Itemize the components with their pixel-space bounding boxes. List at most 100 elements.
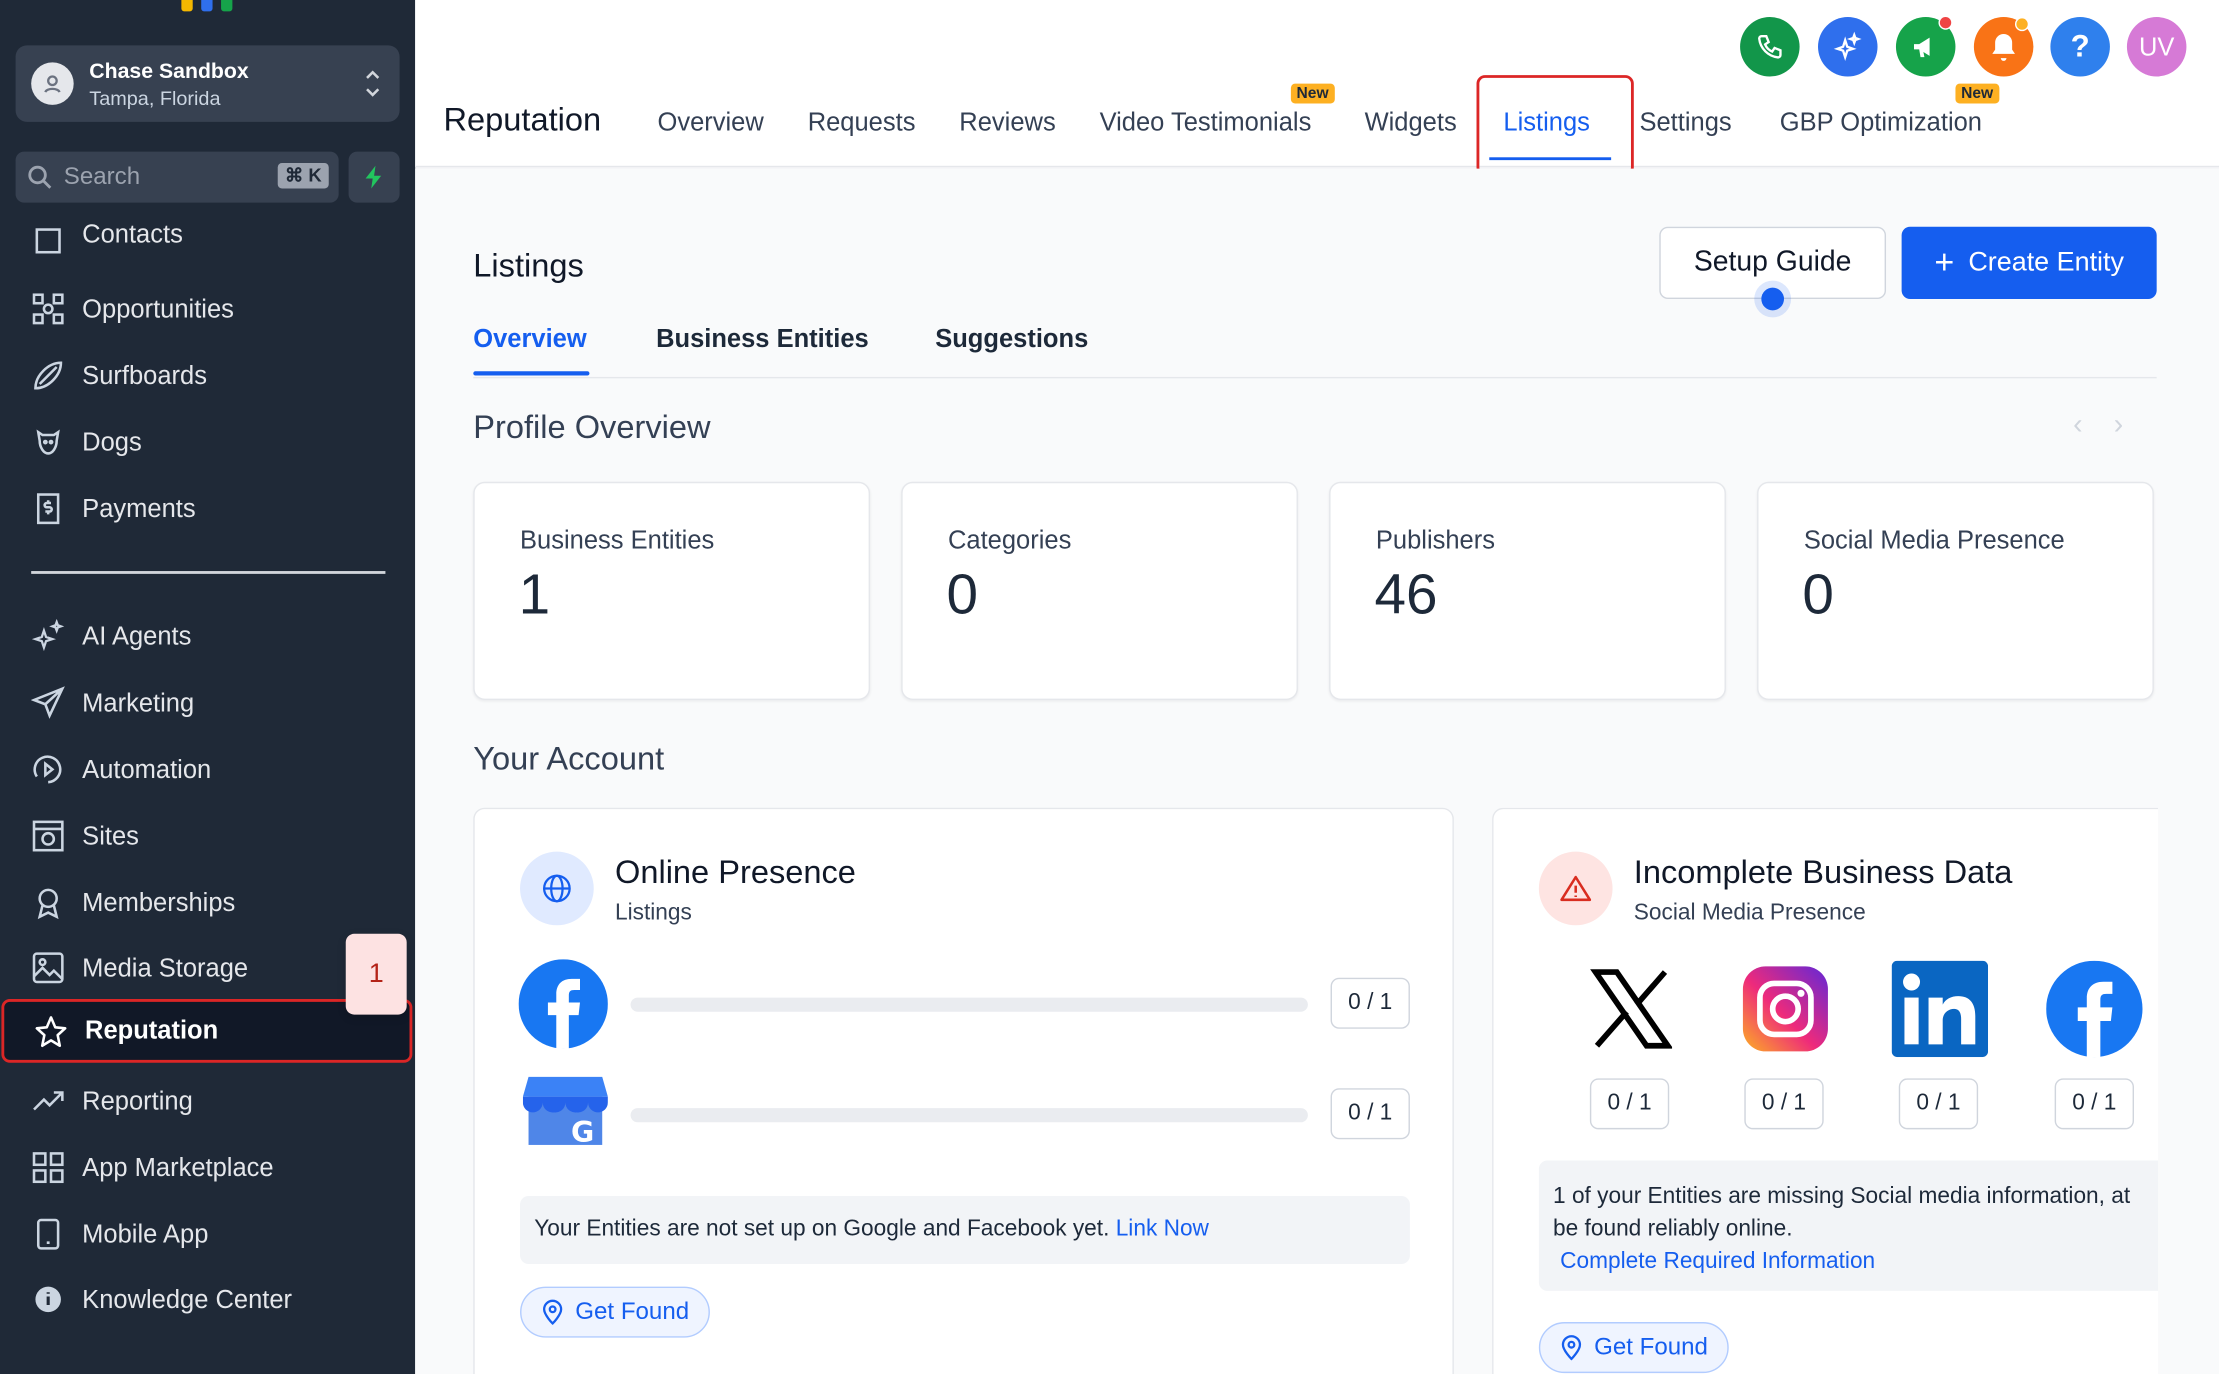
- social-count: 0 / 1: [1589, 1078, 1670, 1130]
- sidebar-divider: [31, 571, 386, 574]
- instagram-icon: [1736, 959, 1835, 1058]
- account-switcher[interactable]: Chase Sandbox Tampa, Florida: [15, 45, 400, 122]
- search-input[interactable]: Search ⌘ K: [15, 151, 339, 203]
- online-presence-card: Online Presence Listings 0 / 1 G 0 / 1 Y…: [473, 807, 1454, 1374]
- announcements-button[interactable]: [1895, 15, 1956, 77]
- sidebar-item-knowledge-center[interactable]: Knowledge Center: [0, 1268, 415, 1330]
- stat-card-publishers: Publishers 46: [1329, 481, 1726, 700]
- automation-icon: [30, 751, 67, 788]
- stat-card-categories: Categories 0: [901, 481, 1298, 700]
- tab-settings[interactable]: Settings: [1639, 108, 1731, 138]
- social-count: 0 / 1: [1744, 1078, 1824, 1130]
- step-callout-1: 1: [345, 933, 407, 1015]
- incomplete-data-notice: 1 of your Entities are missing Social me…: [1538, 1160, 2159, 1291]
- tab-reviews[interactable]: Reviews: [959, 108, 1055, 138]
- tab-widgets[interactable]: Widgets: [1365, 108, 1457, 138]
- sidebar-item-memberships[interactable]: Memberships: [0, 871, 415, 933]
- sidebar-item-label: Reputation: [85, 1015, 219, 1045]
- stat-value: 1: [518, 563, 551, 627]
- listing-count: 0 / 1: [1330, 1088, 1410, 1140]
- get-found-label: Get Found: [1594, 1333, 1708, 1361]
- subtab-overview[interactable]: Overview: [473, 324, 586, 354]
- map-pin-icon: [1560, 1335, 1583, 1361]
- search-placeholder: Search: [63, 162, 141, 190]
- carousel-controls: ‹›: [2073, 410, 2154, 443]
- tab-gbp-optimization[interactable]: GBP Optimization: [1780, 108, 1982, 138]
- location-icon: [31, 62, 74, 105]
- ai-assistant-button[interactable]: [1818, 17, 1878, 77]
- chevron-right-icon[interactable]: ›: [2114, 410, 2155, 441]
- warning-icon: [1538, 851, 1613, 926]
- sidebar-item-contacts[interactable]: Contacts: [0, 220, 415, 263]
- tab-requests[interactable]: Requests: [808, 108, 916, 138]
- subtab-business-entities[interactable]: Business Entities: [656, 324, 869, 354]
- app-logo: [181, 0, 233, 12]
- sidebar-item-app-marketplace[interactable]: App Marketplace: [0, 1136, 415, 1198]
- phone-button[interactable]: [1740, 17, 1800, 77]
- get-found-button[interactable]: Get Found: [1538, 1322, 1730, 1374]
- tab-video-testimonials[interactable]: Video Testimonials: [1100, 108, 1312, 138]
- sidebar-item-sites[interactable]: Sites: [0, 805, 415, 867]
- sidebar-item-reporting[interactable]: Reporting: [0, 1070, 415, 1132]
- get-found-label: Get Found: [575, 1297, 690, 1325]
- search-icon: [27, 164, 53, 190]
- card-subtitle: Listings: [614, 901, 692, 926]
- notifications-button[interactable]: [1973, 17, 2034, 77]
- listings-subtabs: Overview Business Entities Suggestions: [473, 324, 2157, 379]
- help-button[interactable]: ?: [2050, 17, 2110, 77]
- globe-icon: [520, 851, 594, 926]
- social-count: 0 / 1: [2054, 1078, 2135, 1130]
- stat-card-social-media: Social Media Presence 0: [1757, 481, 2154, 700]
- image-icon: [30, 949, 67, 986]
- guide-indicator-dot: [1761, 287, 1785, 311]
- sparkle-icon: [1832, 31, 1863, 62]
- payments-icon: [30, 490, 67, 527]
- sidebar-item-surfboards[interactable]: Surfboards: [0, 344, 415, 406]
- sidebar-item-automation[interactable]: Automation: [0, 738, 415, 800]
- chevron-left-icon[interactable]: ‹: [2073, 410, 2114, 441]
- tab-overview[interactable]: Overview: [657, 108, 763, 138]
- stat-card-business-entities: Business Entities 1: [473, 481, 871, 700]
- complete-required-information-link[interactable]: Complete Required Information: [1560, 1246, 2158, 1279]
- award-icon: [30, 884, 67, 921]
- x-icon: [1581, 959, 1680, 1058]
- incomplete-business-data-card: Incomplete Business Data Social Media Pr…: [1492, 807, 2159, 1374]
- chevron-updown-icon: [363, 65, 383, 109]
- account-name: Chase Sandbox: [89, 58, 249, 83]
- help-icon: ?: [2070, 28, 2090, 64]
- stat-label: Social Media Presence: [1803, 525, 2065, 555]
- subtab-suggestions[interactable]: Suggestions: [935, 324, 1088, 354]
- new-badge: New: [1290, 83, 1335, 104]
- link-now[interactable]: Link Now: [1116, 1217, 1209, 1241]
- quick-actions-button[interactable]: [348, 151, 400, 203]
- sidebar-item-dogs[interactable]: Dogs: [0, 411, 415, 473]
- sidebar-item-mobile-app[interactable]: Mobile App: [0, 1203, 415, 1265]
- notification-dot: [1938, 15, 1953, 30]
- online-presence-notice: Your Entities are not set up on Google a…: [520, 1195, 1410, 1264]
- send-icon: [30, 684, 67, 721]
- sidebar-item-label: Automation: [82, 754, 212, 783]
- sidebar-item-label: Sites: [82, 821, 139, 850]
- account-location: Tampa, Florida: [89, 85, 221, 109]
- sidebar-item-payments[interactable]: Payments: [0, 478, 415, 540]
- bell-icon: [1989, 31, 2017, 62]
- stat-value: 0: [1802, 563, 1834, 627]
- top-bar: Reputation Overview Requests Reviews Vid…: [415, 0, 2219, 168]
- create-entity-button[interactable]: + Create Entity: [1901, 226, 2157, 299]
- star-icon: [33, 1012, 70, 1049]
- card-subtitle: Social Media Presence: [1633, 901, 1866, 926]
- profile-overview-heading: Profile Overview: [473, 408, 711, 445]
- get-found-button[interactable]: Get Found: [520, 1286, 711, 1338]
- sidebar-item-opportunities[interactable]: Opportunities: [0, 278, 415, 340]
- sidebar-item-label: Knowledge Center: [82, 1284, 293, 1313]
- sidebar-item-ai-agents[interactable]: AI Agents: [0, 605, 415, 667]
- stat-value: 46: [1374, 563, 1438, 627]
- notice-text: 1 of your Entities are missing Social me…: [1553, 1184, 2131, 1209]
- sites-icon: [30, 818, 67, 855]
- user-avatar[interactable]: UV: [2126, 17, 2187, 77]
- sidebar-item-label: AI Agents: [82, 621, 192, 650]
- megaphone-icon: [1910, 31, 1941, 62]
- sidebar-item-marketing[interactable]: Marketing: [0, 672, 415, 734]
- contacts-icon: [30, 222, 67, 259]
- progress-bar: [630, 1108, 1308, 1123]
